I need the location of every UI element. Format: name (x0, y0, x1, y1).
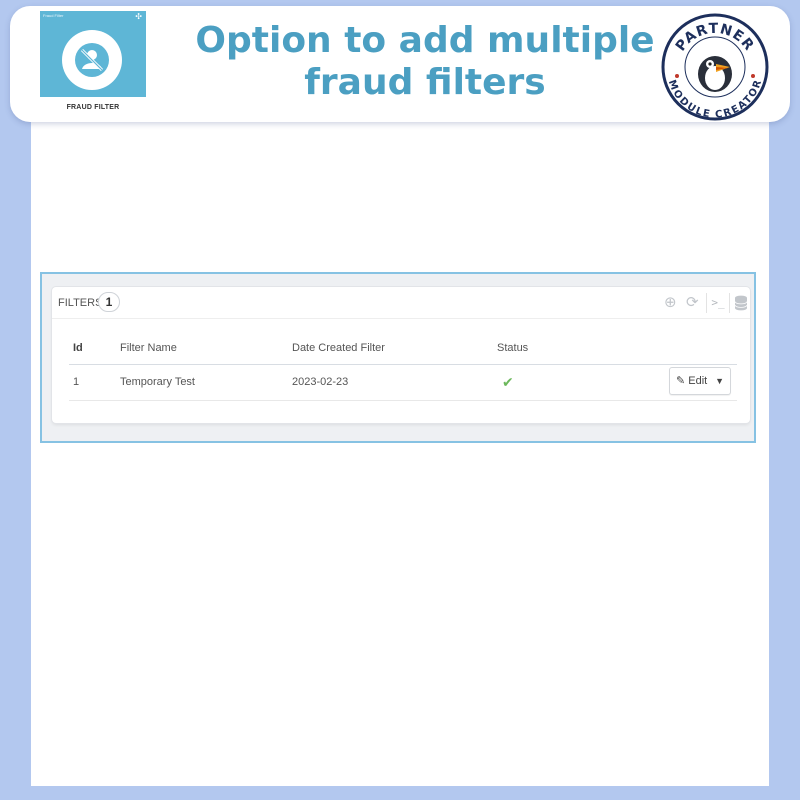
no-user-icon (62, 30, 122, 90)
column-header-date-created[interactable]: Date Created Filter (292, 332, 385, 364)
pencil-icon: ✎ (676, 375, 686, 387)
add-icon[interactable]: ⊕ (664, 295, 677, 310)
status-enabled-check-icon[interactable]: ✔ (502, 365, 514, 400)
module-logo-small-text: Fraud Filter (43, 13, 64, 18)
caret-down-icon[interactable]: ▼ (715, 368, 724, 394)
module-logo: Fraud Filter ✣ FRAUD FILTER (40, 11, 146, 117)
headline-line-1: Option to add multiple (195, 20, 655, 61)
edit-button-label: Edit (688, 375, 708, 387)
puzzle-icon: ✣ (135, 12, 142, 21)
page-canvas (31, 110, 769, 786)
puffin-icon (698, 56, 732, 92)
refresh-icon[interactable]: ⟳ (686, 295, 699, 310)
database-icon[interactable] (734, 295, 748, 314)
module-logo-label: FRAUD FILTER (40, 97, 146, 117)
cell-filter-name: Temporary Test (120, 376, 195, 388)
column-header-id[interactable]: Id (73, 332, 83, 364)
filters-table: Id Filter Name Date Created Filter Statu… (69, 332, 737, 401)
edit-button-group: ✎ Edit ▼ (669, 367, 731, 395)
column-header-status[interactable]: Status (497, 332, 528, 364)
promo-banner: Fraud Filter ✣ FRAUD FILTER Option to ad… (10, 6, 790, 122)
table-header: Id Filter Name Date Created Filter Statu… (69, 332, 737, 365)
panel-header: FILTERS 1 ⊕ ⟳ >_ (52, 287, 750, 319)
filters-panel-frame: FILTERS 1 ⊕ ⟳ >_ Id Filter Name Date Cre… (40, 272, 756, 443)
partner-module-creator-badge: PARTNER MODULE CREATOR (660, 12, 770, 122)
headline-line-2: fraud filters (304, 62, 546, 103)
cell-id: 1 (73, 376, 80, 388)
table-row[interactable]: 1 Temporary Test 2023-02-23 ✔ ✎ Edit ▼ (69, 365, 737, 401)
column-header-filter-name[interactable]: Filter Name (120, 332, 177, 364)
sql-query-icon[interactable]: >_ (706, 293, 730, 313)
headline: Option to add multiple fraud filters (160, 20, 690, 104)
filters-panel: FILTERS 1 ⊕ ⟳ >_ Id Filter Name Date Cre… (52, 287, 750, 423)
filter-count-badge: 1 (98, 292, 120, 312)
cell-date-created: 2023-02-23 (292, 376, 349, 388)
edit-button[interactable]: ✎ Edit (676, 368, 707, 394)
panel-title: FILTERS (58, 297, 103, 309)
